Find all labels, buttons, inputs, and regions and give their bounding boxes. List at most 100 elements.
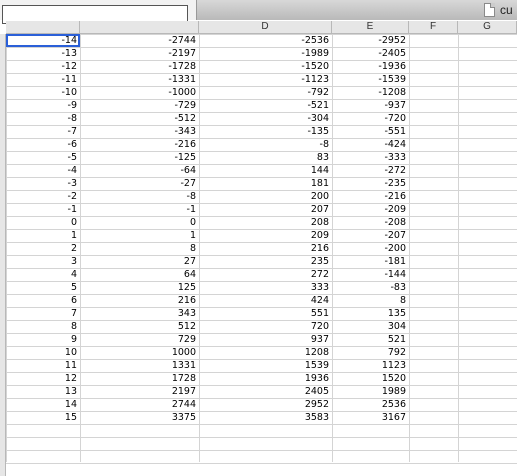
table-cell[interactable]: 14: [6, 398, 80, 411]
table-cell[interactable]: 333: [199, 281, 332, 294]
table-cell[interactable]: -200: [332, 242, 409, 255]
table-cell[interactable]: 10: [6, 346, 80, 359]
table-cell[interactable]: 2405: [199, 385, 332, 398]
table-cell[interactable]: -272: [332, 164, 409, 177]
table-cell[interactable]: -2197: [80, 47, 199, 60]
table-cell[interactable]: 13: [6, 385, 80, 398]
table-cell[interactable]: -343: [80, 125, 199, 138]
table-cell[interactable]: -1520: [199, 60, 332, 73]
table-cell[interactable]: 235: [199, 255, 332, 268]
table-cell[interactable]: -551: [332, 125, 409, 138]
table-cell[interactable]: 7: [6, 307, 80, 320]
table-cell[interactable]: -937: [332, 99, 409, 112]
table-cell[interactable]: -792: [199, 86, 332, 99]
table-cell[interactable]: -8: [80, 190, 199, 203]
table-cell[interactable]: 135: [332, 307, 409, 320]
table-cell[interactable]: -2952: [332, 34, 409, 47]
table-cell[interactable]: -209: [332, 203, 409, 216]
table-cell[interactable]: -1: [6, 203, 80, 216]
table-cell[interactable]: 181: [199, 177, 332, 190]
table-cell[interactable]: -9: [6, 99, 80, 112]
table-cell[interactable]: 424: [199, 294, 332, 307]
table-cell[interactable]: 792: [332, 346, 409, 359]
table-cell[interactable]: -8: [6, 112, 80, 125]
row-header-partial[interactable]: [0, 424, 6, 437]
table-cell[interactable]: 15: [6, 411, 80, 424]
table-cell[interactable]: 83: [199, 151, 332, 164]
table-cell[interactable]: 512: [80, 320, 199, 333]
table-cell[interactable]: -83: [332, 281, 409, 294]
table-cell[interactable]: -1936: [332, 60, 409, 73]
table-cell[interactable]: 1: [6, 229, 80, 242]
table-cell[interactable]: 1539: [199, 359, 332, 372]
column-header-d[interactable]: D: [199, 21, 332, 34]
table-cell[interactable]: -1208: [332, 86, 409, 99]
file-tab[interactable]: [196, 0, 517, 20]
table-cell[interactable]: -512: [80, 112, 199, 125]
column-header-e[interactable]: E: [332, 21, 409, 34]
table-cell[interactable]: -3: [6, 177, 80, 190]
table-cell[interactable]: -4: [6, 164, 80, 177]
table-cell[interactable]: -1331: [80, 73, 199, 86]
table-cell[interactable]: 8: [6, 320, 80, 333]
table-cell[interactable]: 64: [80, 268, 199, 281]
table-cell[interactable]: -135: [199, 125, 332, 138]
table-cell[interactable]: 2197: [80, 385, 199, 398]
table-cell[interactable]: -1: [80, 203, 199, 216]
table-cell[interactable]: 3583: [199, 411, 332, 424]
column-header-f[interactable]: F: [409, 21, 458, 34]
table-cell[interactable]: 0: [6, 216, 80, 229]
table-cell[interactable]: 6: [6, 294, 80, 307]
table-cell[interactable]: -1000: [80, 86, 199, 99]
table-cell[interactable]: -144: [332, 268, 409, 281]
table-cell[interactable]: -235: [332, 177, 409, 190]
table-cell[interactable]: 937: [199, 333, 332, 346]
table-cell[interactable]: 1331: [80, 359, 199, 372]
table-cell[interactable]: -424: [332, 138, 409, 151]
table-cell[interactable]: -6: [6, 138, 80, 151]
table-cell[interactable]: -2: [6, 190, 80, 203]
table-cell[interactable]: 1: [80, 229, 199, 242]
table-cell[interactable]: -216: [332, 190, 409, 203]
table-cell[interactable]: 1123: [332, 359, 409, 372]
table-cell[interactable]: 4: [6, 268, 80, 281]
table-cell[interactable]: 1989: [332, 385, 409, 398]
table-cell[interactable]: -216: [80, 138, 199, 151]
row-header-partial[interactable]: [0, 463, 6, 476]
table-cell[interactable]: 125: [80, 281, 199, 294]
table-cell[interactable]: -181: [332, 255, 409, 268]
table-cell[interactable]: -2744: [80, 34, 199, 47]
table-cell[interactable]: 3: [6, 255, 80, 268]
table-cell[interactable]: 8: [80, 242, 199, 255]
table-cell[interactable]: -7: [6, 125, 80, 138]
table-cell[interactable]: -11: [6, 73, 80, 86]
table-cell[interactable]: -1989: [199, 47, 332, 60]
file-tab-label[interactable]: cu: [500, 3, 513, 17]
table-cell[interactable]: -2405: [332, 47, 409, 60]
table-cell[interactable]: 2952: [199, 398, 332, 411]
table-cell[interactable]: 216: [80, 294, 199, 307]
table-cell[interactable]: 12: [6, 372, 80, 385]
table-cell[interactable]: -720: [332, 112, 409, 125]
table-cell[interactable]: 551: [199, 307, 332, 320]
table-cell[interactable]: 11: [6, 359, 80, 372]
table-cell[interactable]: -207: [332, 229, 409, 242]
table-cell[interactable]: -521: [199, 99, 332, 112]
table-cell[interactable]: -1728: [80, 60, 199, 73]
table-cell[interactable]: 3375: [80, 411, 199, 424]
table-cell[interactable]: 2: [6, 242, 80, 255]
table-cell[interactable]: 1208: [199, 346, 332, 359]
column-header-partial[interactable]: [80, 21, 199, 34]
table-cell[interactable]: -13: [6, 47, 80, 60]
table-cell[interactable]: 1000: [80, 346, 199, 359]
table-cell[interactable]: -1123: [199, 73, 332, 86]
table-cell[interactable]: 2536: [332, 398, 409, 411]
table-cell[interactable]: 200: [199, 190, 332, 203]
table-cell[interactable]: 304: [332, 320, 409, 333]
table-cell[interactable]: 0: [80, 216, 199, 229]
table-cell[interactable]: -1539: [332, 73, 409, 86]
table-cell[interactable]: 5: [6, 281, 80, 294]
table-cell[interactable]: 207: [199, 203, 332, 216]
column-header-g[interactable]: G: [458, 21, 517, 34]
table-cell[interactable]: -8: [199, 138, 332, 151]
